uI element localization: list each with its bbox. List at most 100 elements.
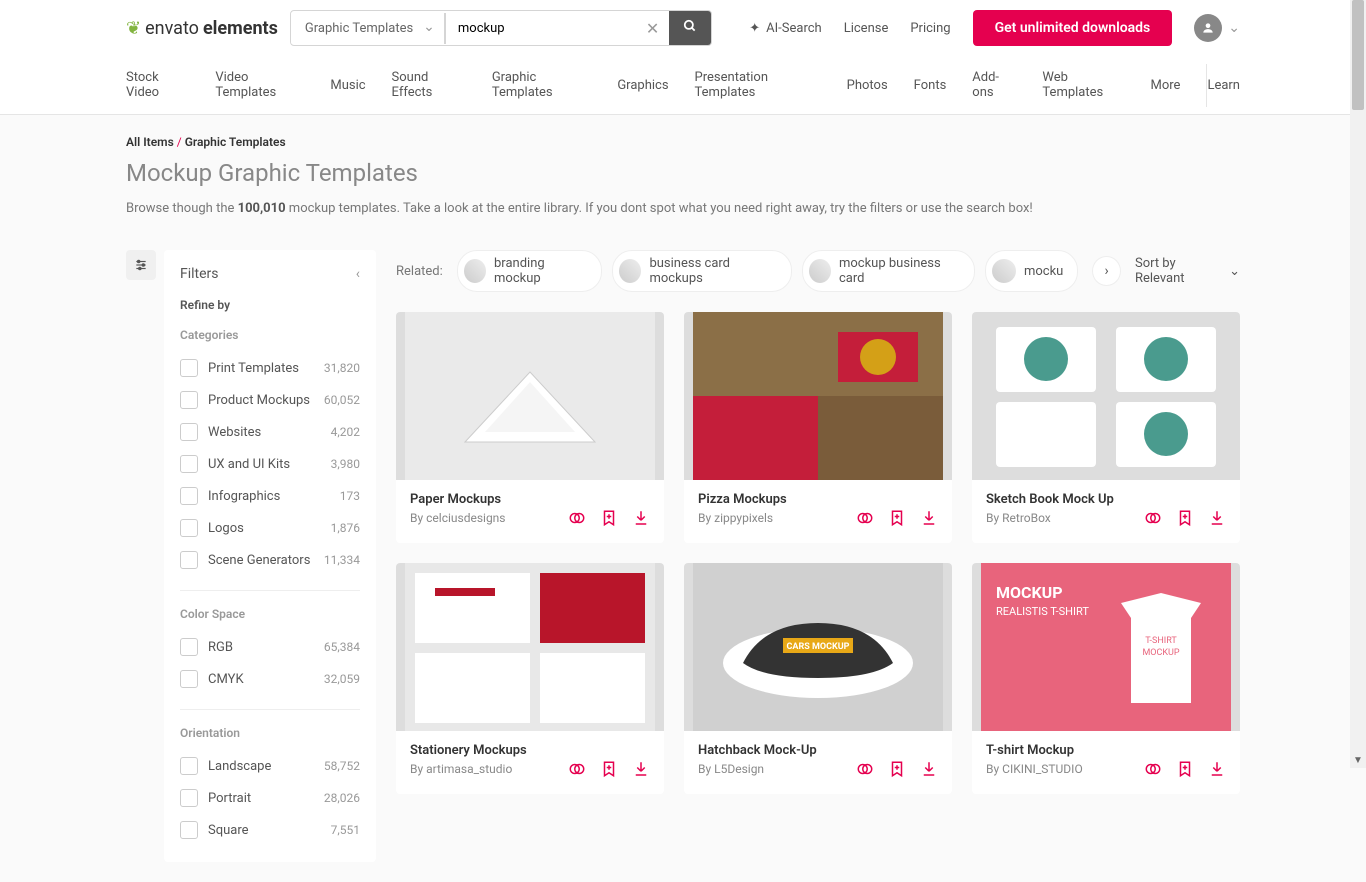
category-select[interactable]: Graphic Templates — [291, 13, 445, 44]
checkbox[interactable] — [180, 757, 198, 775]
checkbox[interactable] — [180, 455, 198, 473]
download-icon[interactable] — [920, 760, 938, 782]
download-icon[interactable] — [920, 509, 938, 531]
license-link[interactable]: License — [844, 21, 889, 36]
filter-name[interactable]: Print Templates — [208, 361, 314, 376]
bookmark-icon[interactable] — [1176, 760, 1194, 782]
filter-toggle[interactable] — [126, 250, 156, 280]
filter-name[interactable]: Square — [208, 823, 321, 838]
checkbox[interactable] — [180, 519, 198, 537]
related-pill[interactable]: business card mockups — [612, 250, 792, 292]
related-next-button[interactable]: › — [1092, 256, 1121, 286]
nav-stock-video[interactable]: Stock Video — [126, 56, 189, 114]
checkbox[interactable] — [180, 821, 198, 839]
nav-add-ons[interactable]: Add-ons — [972, 56, 1016, 114]
bookmark-icon[interactable] — [888, 760, 906, 782]
checkbox[interactable] — [180, 638, 198, 656]
breadcrumb-root[interactable]: All Items — [126, 135, 174, 149]
filter-name[interactable]: Logos — [208, 521, 321, 536]
card-title[interactable]: Sketch Book Mock Up — [986, 492, 1226, 507]
related-pill[interactable]: branding mockup — [457, 250, 602, 292]
filter-name[interactable]: Websites — [208, 425, 321, 440]
filter-name[interactable]: Landscape — [208, 759, 314, 774]
card-thumbnail[interactable] — [396, 563, 664, 731]
similar-icon[interactable] — [1144, 509, 1162, 531]
card-thumbnail[interactable]: CARS MOCKUP — [684, 563, 952, 731]
filter-name[interactable]: Portrait — [208, 791, 314, 806]
result-card[interactable]: CARS MOCKUPHatchback Mock-UpBy L5Design — [684, 563, 952, 794]
card-thumbnail[interactable]: MOCKUPREALISTIS T-SHIRTT-SHIRTMOCKUP — [972, 563, 1240, 731]
related-pill[interactable]: mockup business card — [802, 250, 975, 292]
result-card[interactable]: Sketch Book Mock UpBy RetroBox — [972, 312, 1240, 543]
ai-search-link[interactable]: ✦ AI-Search — [749, 21, 821, 36]
similar-icon[interactable] — [856, 509, 874, 531]
card-title[interactable]: Hatchback Mock-Up — [698, 743, 938, 758]
checkbox[interactable] — [180, 423, 198, 441]
card-title[interactable]: Pizza Mockups — [698, 492, 938, 507]
result-card[interactable]: Pizza MockupsBy zippypixels — [684, 312, 952, 543]
checkbox[interactable] — [180, 670, 198, 688]
result-card[interactable]: Stationery MockupsBy artimasa_studio — [396, 563, 664, 794]
filter-name[interactable]: Infographics — [208, 489, 330, 504]
download-icon[interactable] — [1208, 760, 1226, 782]
filter-name[interactable]: Product Mockups — [208, 393, 314, 408]
filter-name[interactable]: UX and UI Kits — [208, 457, 321, 472]
cta-button[interactable]: Get unlimited downloads — [973, 10, 1173, 46]
nav-sound-effects[interactable]: Sound Effects — [392, 56, 466, 114]
filter-name[interactable]: Scene Generators — [208, 553, 314, 568]
download-icon[interactable] — [632, 760, 650, 782]
bookmark-icon[interactable] — [1176, 509, 1194, 531]
bookmark-icon[interactable] — [600, 760, 618, 782]
checkbox[interactable] — [180, 487, 198, 505]
checkbox[interactable] — [180, 551, 198, 569]
result-card[interactable]: MOCKUPREALISTIS T-SHIRTT-SHIRTMOCKUP T-sh… — [972, 563, 1240, 794]
checkbox[interactable] — [180, 359, 198, 377]
filter-count: 58,752 — [324, 759, 360, 773]
checkbox[interactable] — [180, 789, 198, 807]
card-title[interactable]: Stationery Mockups — [410, 743, 650, 758]
filter-name[interactable]: RGB — [208, 640, 314, 655]
nav-presentation-templates[interactable]: Presentation Templates — [695, 56, 821, 114]
similar-icon[interactable] — [1144, 760, 1162, 782]
breadcrumb-current[interactable]: Graphic Templates — [185, 135, 286, 149]
similar-icon[interactable] — [568, 760, 586, 782]
bookmark-icon[interactable] — [888, 509, 906, 531]
nav-video-templates[interactable]: Video Templates — [215, 56, 304, 114]
scrollbar[interactable]: ▲ ▼ — [1350, 0, 1366, 768]
nav-photos[interactable]: Photos — [847, 64, 888, 107]
card-thumbnail[interactable] — [684, 312, 952, 480]
result-card[interactable]: Paper MockupsBy celciusdesigns — [396, 312, 664, 543]
filter-name[interactable]: CMYK — [208, 672, 314, 687]
nav-graphics[interactable]: Graphics — [617, 64, 668, 107]
nav-more[interactable]: More — [1150, 64, 1180, 107]
nav-fonts[interactable]: Fonts — [914, 64, 947, 107]
filter-count: 65,384 — [324, 640, 360, 654]
nav-music[interactable]: Music — [330, 64, 365, 107]
chevron-left-icon[interactable]: ‹ — [356, 266, 360, 282]
checkbox[interactable] — [180, 391, 198, 409]
similar-icon[interactable] — [856, 760, 874, 782]
pricing-link[interactable]: Pricing — [910, 21, 950, 36]
nav-learn[interactable]: Learn — [1206, 64, 1240, 107]
nav-graphic-templates[interactable]: Graphic Templates — [492, 56, 591, 114]
nav-web-templates[interactable]: Web Templates — [1042, 56, 1124, 114]
card-title[interactable]: Paper Mockups — [410, 492, 650, 507]
logo[interactable]: ❦ envatoelements — [126, 18, 278, 39]
download-icon[interactable] — [632, 509, 650, 531]
related-pill[interactable]: mocku — [985, 250, 1078, 292]
clear-search-button[interactable]: ✕ — [636, 19, 669, 38]
download-icon[interactable] — [1208, 509, 1226, 531]
results-grid: Paper MockupsBy celciusdesignsPizza Mock… — [396, 312, 1240, 794]
scroll-down-icon[interactable]: ▼ — [1350, 752, 1366, 768]
search-input[interactable] — [446, 13, 636, 44]
sort-dropdown[interactable]: Sort by Relevant ⌄ — [1135, 256, 1240, 286]
scroll-thumb[interactable] — [1352, 0, 1364, 110]
card-thumbnail[interactable] — [396, 312, 664, 480]
user-menu[interactable]: ⌄ — [1194, 14, 1240, 42]
card-thumbnail[interactable] — [972, 312, 1240, 480]
search-button[interactable] — [669, 11, 711, 45]
card-title[interactable]: T-shirt Mockup — [986, 743, 1226, 758]
bookmark-icon[interactable] — [600, 509, 618, 531]
similar-icon[interactable] — [568, 509, 586, 531]
logo-text-1: envato — [145, 18, 199, 39]
